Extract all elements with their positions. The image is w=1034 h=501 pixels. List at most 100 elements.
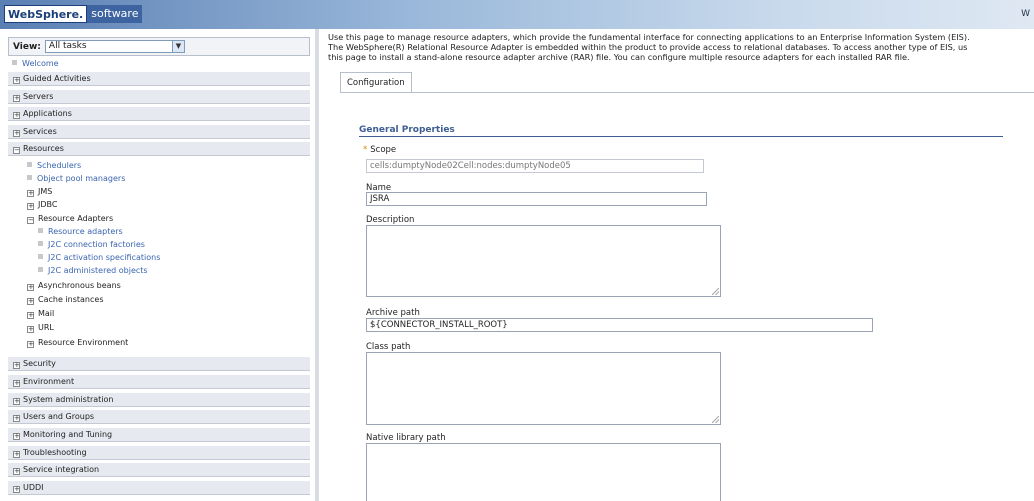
expand-icon[interactable]: +: [13, 451, 20, 458]
view-select[interactable]: All tasks ▼: [44, 40, 185, 53]
nav-item-label: Users and Groups: [23, 412, 95, 421]
resource-adapters-label: Resource Adapters: [38, 214, 114, 223]
nav-resource-adapters-group[interactable]: − Resource Adapters: [27, 213, 113, 225]
section-divider: [359, 136, 1003, 137]
nav-monitoring-and-tuning[interactable]: + Monitoring and Tuning: [8, 428, 310, 442]
nav-system-administration[interactable]: + System administration: [8, 393, 310, 407]
object-pool-managers-link[interactable]: Object pool managers: [37, 174, 125, 183]
expand-icon[interactable]: +: [27, 284, 34, 291]
tab-divider: [340, 92, 1034, 93]
resource-environment-label: Resource Environment: [38, 338, 129, 347]
expand-icon[interactable]: +: [13, 112, 20, 119]
asynchronous-beans-label: Asynchronous beans: [38, 281, 121, 290]
chevron-down-icon[interactable]: ▼: [171, 41, 184, 52]
nav-troubleshooting[interactable]: + Troubleshooting: [8, 446, 310, 460]
nav-schedulers[interactable]: Schedulers: [27, 160, 81, 172]
nav-resource-adapters[interactable]: Resource adapters: [38, 226, 123, 238]
expand-icon[interactable]: +: [27, 203, 34, 210]
navigation-panel: View: All tasks ▼ Welcome + Guided Activi…: [0, 29, 319, 501]
url-label: URL: [38, 323, 54, 332]
nav-object-pool-managers[interactable]: Object pool managers: [27, 173, 125, 185]
nav-item-label: Service integration: [23, 465, 100, 474]
tab-configuration[interactable]: Configuration: [340, 72, 412, 93]
bullet-icon: [12, 60, 17, 65]
nav-users-and-groups[interactable]: + Users and Groups: [8, 410, 310, 424]
nav-welcome[interactable]: Welcome: [12, 58, 59, 70]
welcome-link[interactable]: Welcome: [22, 59, 59, 68]
nav-j2c-administered-objects[interactable]: J2C administered objects: [38, 265, 148, 277]
resize-grip-icon[interactable]: [712, 416, 719, 423]
collapse-icon[interactable]: −: [13, 147, 20, 154]
native-library-path-textarea[interactable]: [366, 443, 721, 501]
nav-item-label: Guided Activities: [23, 74, 91, 83]
nav-item-label: Environment: [23, 377, 75, 386]
bullet-icon: [38, 267, 43, 272]
nav-url[interactable]: + URL: [27, 322, 54, 334]
expand-icon[interactable]: +: [13, 415, 20, 422]
schedulers-link[interactable]: Schedulers: [37, 161, 81, 170]
nav-service-integration[interactable]: + Service integration: [8, 463, 310, 477]
nav-security[interactable]: + Security: [8, 357, 310, 371]
archive-path-label: Archive path: [366, 308, 420, 318]
expand-icon[interactable]: +: [13, 398, 20, 405]
nav-asynchronous-beans[interactable]: + Asynchronous beans: [27, 280, 121, 292]
banner-right-text: W: [1021, 9, 1030, 19]
nav-jdbc[interactable]: + JDBC: [27, 199, 57, 211]
nav-cache-instances[interactable]: + Cache instances: [27, 294, 103, 306]
nav-services[interactable]: + Services: [8, 125, 310, 139]
class-path-textarea[interactable]: [366, 352, 721, 425]
nav-uddi[interactable]: + UDDI: [8, 481, 310, 495]
j2c-connection-factories-link[interactable]: J2C connection factories: [48, 240, 145, 249]
nav-item-label: Troubleshooting: [23, 448, 87, 457]
nav-item-label: UDDI: [23, 483, 44, 492]
j2c-administered-objects-link[interactable]: J2C administered objects: [48, 266, 148, 275]
bullet-icon: [38, 254, 43, 259]
description-line: Use this page to manage resource adapter…: [328, 32, 970, 42]
bullet-icon: [38, 228, 43, 233]
nav-resources[interactable]: − Resources: [8, 142, 310, 156]
brand-main: WebSphere.: [4, 5, 88, 23]
resource-adapters-link[interactable]: Resource adapters: [48, 227, 123, 236]
brand-sub: software: [87, 5, 143, 23]
expand-icon[interactable]: +: [13, 130, 20, 137]
bullet-icon: [27, 175, 32, 180]
view-select-value: All tasks: [48, 41, 87, 51]
expand-icon[interactable]: +: [27, 312, 34, 319]
nav-j2c-activation-specifications[interactable]: J2C activation specifications: [38, 252, 160, 264]
expand-icon[interactable]: +: [13, 486, 20, 493]
native-library-path-label: Native library path: [366, 433, 446, 443]
nav-mail[interactable]: + Mail: [27, 308, 54, 320]
expand-icon[interactable]: +: [27, 190, 34, 197]
jms-label: JMS: [38, 187, 53, 196]
expand-icon[interactable]: +: [27, 298, 34, 305]
cache-instances-label: Cache instances: [38, 295, 104, 304]
resize-grip-icon[interactable]: [712, 288, 719, 295]
nav-servers[interactable]: + Servers: [8, 90, 310, 104]
expand-icon[interactable]: +: [13, 468, 20, 475]
expand-icon[interactable]: +: [13, 433, 20, 440]
bullet-icon: [38, 241, 43, 246]
nav-resource-environment[interactable]: + Resource Environment: [27, 337, 128, 349]
j2c-activation-specifications-link[interactable]: J2C activation specifications: [48, 253, 160, 262]
websphere-logo: WebSphere. software: [4, 5, 143, 23]
expand-icon[interactable]: +: [13, 362, 20, 369]
nav-applications[interactable]: + Applications: [8, 107, 310, 121]
description-textarea[interactable]: [366, 225, 721, 297]
header-banner: WebSphere. software W: [0, 0, 1034, 29]
nav-guided-activities[interactable]: + Guided Activities: [8, 72, 310, 86]
expand-icon[interactable]: +: [27, 326, 34, 333]
bullet-icon: [27, 162, 32, 167]
archive-path-field[interactable]: ${CONNECTOR_INSTALL_ROOT}: [366, 318, 873, 332]
name-field[interactable]: JSRA: [366, 192, 707, 206]
expand-icon[interactable]: +: [27, 341, 34, 348]
collapse-icon[interactable]: −: [27, 217, 34, 224]
nav-item-label: Servers: [23, 92, 54, 101]
expand-icon[interactable]: +: [13, 95, 20, 102]
nav-j2c-connection-factories[interactable]: J2C connection factories: [38, 239, 145, 251]
nav-jms[interactable]: + JMS: [27, 186, 52, 198]
expand-icon[interactable]: +: [13, 77, 20, 84]
nav-item-label: Applications: [23, 109, 72, 118]
expand-icon[interactable]: +: [13, 380, 20, 387]
nav-environment[interactable]: + Environment: [8, 375, 310, 389]
main-content: Use this page to manage resource adapter…: [323, 29, 1034, 501]
